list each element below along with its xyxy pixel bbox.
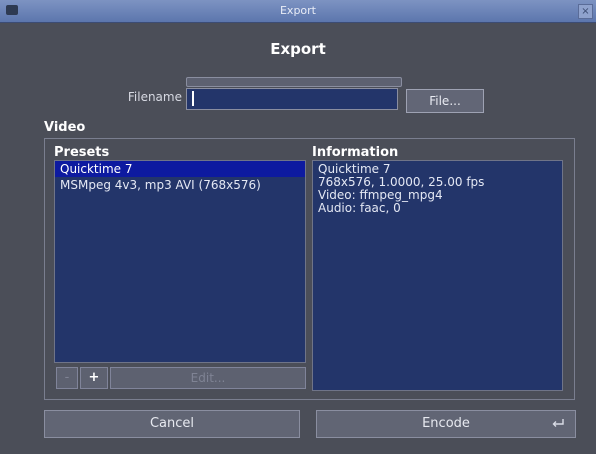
cancel-button[interactable]: Cancel (44, 410, 300, 438)
title-bar[interactable]: Export × (0, 0, 596, 23)
file-button[interactable]: File... (406, 89, 484, 113)
video-section-label: Video (44, 120, 86, 135)
add-preset-button[interactable]: + (80, 367, 108, 389)
close-icon[interactable]: × (578, 4, 593, 19)
filename-label: Filename (127, 90, 182, 104)
encode-button-label: Encode (422, 416, 470, 431)
information-panel: Quicktime 7 768x576, 1.0000, 25.00 fps V… (312, 160, 563, 391)
filename-history-bar[interactable] (186, 77, 402, 87)
encode-button[interactable]: Encode (316, 410, 576, 438)
edit-preset-button[interactable]: Edit... (110, 367, 306, 389)
window-title: Export (279, 4, 316, 17)
presets-title: Presets (54, 145, 110, 160)
filename-input[interactable] (186, 88, 398, 110)
info-line: Audio: faac, 0 (318, 201, 401, 215)
export-dialog: Export × Export Filename File... Video P… (0, 0, 596, 454)
preset-item-quicktime-7[interactable]: Quicktime 7 (55, 161, 305, 177)
preset-item-msmpeg[interactable]: MSMpeg 4v3, mp3 AVI (768x576) (55, 177, 305, 193)
text-caret (192, 91, 194, 106)
enter-key-icon (552, 419, 564, 427)
presets-list[interactable]: Quicktime 7 MSMpeg 4v3, mp3 AVI (768x576… (54, 160, 306, 363)
information-title: Information (312, 145, 399, 160)
remove-preset-button[interactable]: - (56, 367, 78, 389)
dialog-heading: Export (270, 40, 326, 58)
